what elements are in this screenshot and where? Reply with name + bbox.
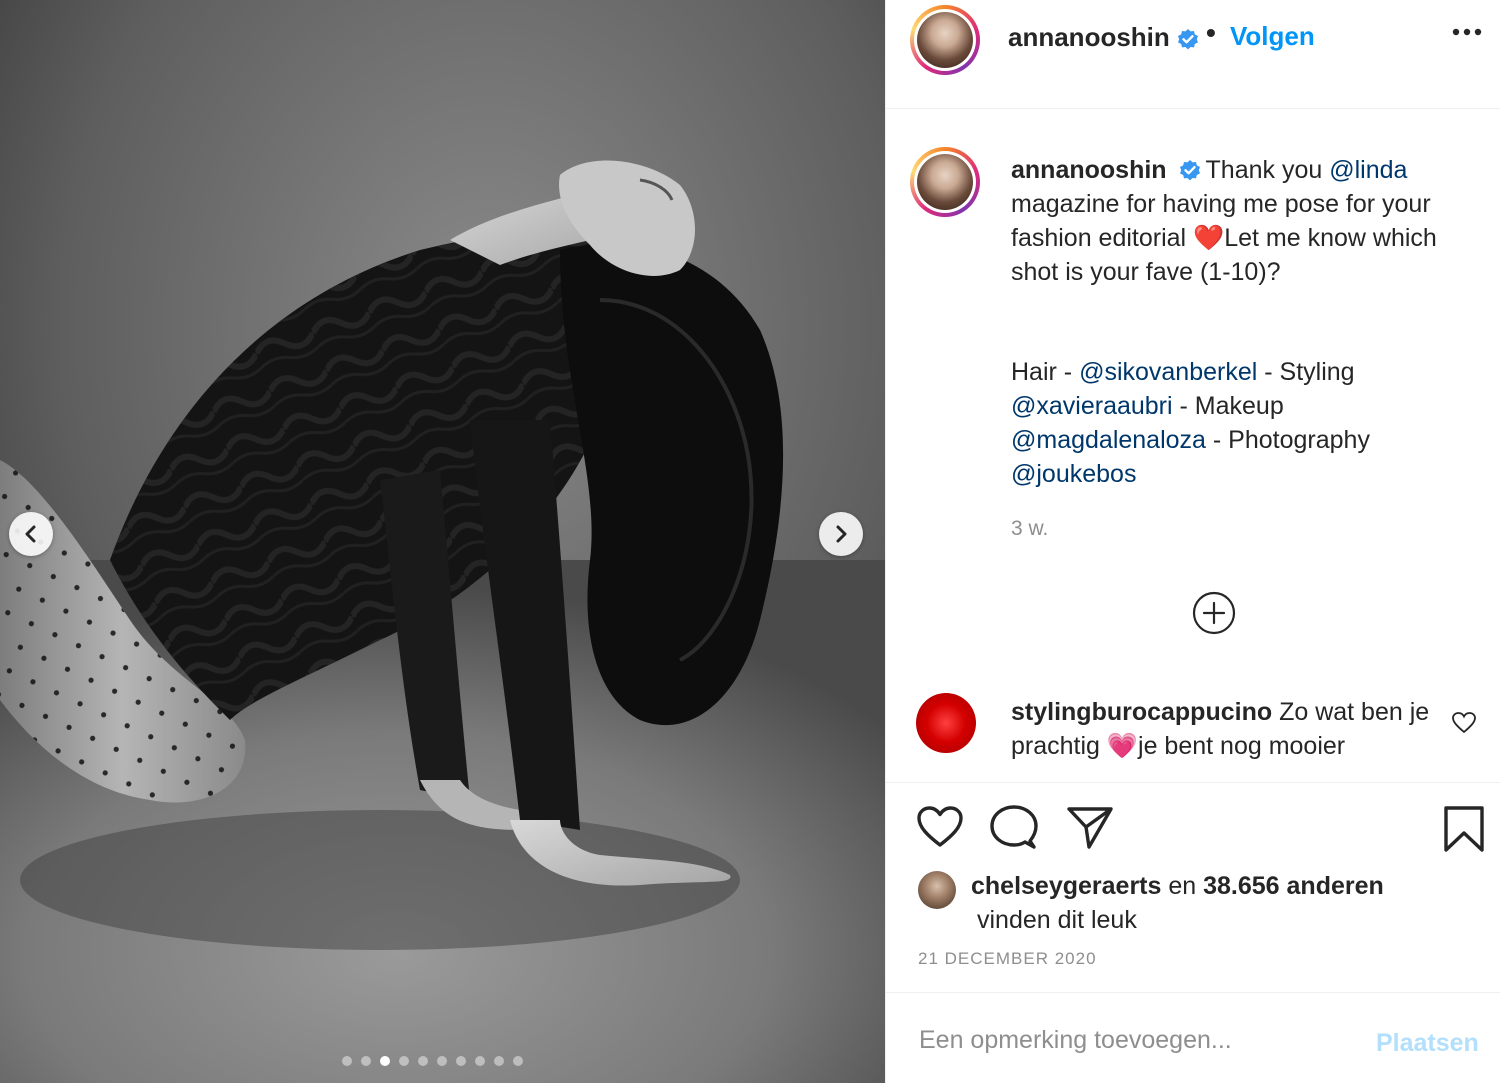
- heart-icon[interactable]: [916, 805, 964, 849]
- carousel-dot: [361, 1056, 371, 1066]
- add-comment-bar: Plaatsen: [886, 992, 1500, 1084]
- carousel-next-button[interactable]: [819, 512, 863, 556]
- bookmark-icon[interactable]: [1443, 805, 1485, 853]
- caption-text: Let me know which: [1224, 224, 1437, 252]
- paper-plane-icon[interactable]: [1066, 805, 1114, 851]
- follow-separator: •: [1206, 17, 1216, 48]
- caption-text: shot is your fave (1-10)?: [1011, 258, 1281, 286]
- credit-label: - Makeup: [1172, 392, 1284, 420]
- post-date[interactable]: 21 DECEMBER 2020: [918, 949, 1097, 969]
- caption-username[interactable]: annanooshin: [1011, 156, 1167, 184]
- more-options-icon[interactable]: [1452, 28, 1482, 36]
- post-caption: annanooshin Thank you @linda magazine fo…: [1011, 153, 1481, 491]
- post-comment-button[interactable]: Plaatsen: [1376, 1029, 1479, 1058]
- comment-bubble-icon[interactable]: [990, 805, 1038, 851]
- carousel-indicator: [342, 1056, 523, 1066]
- chevron-right-icon: [836, 525, 847, 543]
- credit-label: Hair -: [1011, 358, 1080, 386]
- author-username[interactable]: annanooshin: [1008, 22, 1170, 53]
- mention-link[interactable]: @sikovanberkel: [1079, 358, 1257, 386]
- first-liker-username[interactable]: chelseygeraerts: [971, 872, 1161, 900]
- caption-author-avatar[interactable]: [910, 147, 980, 217]
- chevron-left-icon: [25, 525, 36, 543]
- caption-time-ago[interactable]: 3 w.: [1011, 517, 1048, 541]
- plus-circle-icon[interactable]: [1192, 591, 1236, 635]
- post-actions: chelseygeraerts en 38.656 anderen vinden…: [886, 782, 1500, 993]
- verified-badge-icon: [1179, 160, 1200, 181]
- carousel-dot: [399, 1056, 409, 1066]
- mention-link[interactable]: @magdalenaloza: [1011, 426, 1206, 454]
- liker-avatar[interactable]: [918, 871, 956, 909]
- commenter-username[interactable]: stylingburocappucino: [1011, 698, 1272, 726]
- comment-input[interactable]: [917, 1025, 1351, 1056]
- comment-text: stylingburocappucino Zo wat ben je prach…: [1011, 695, 1441, 763]
- post-photo: [0, 0, 885, 1083]
- carousel-prev-button[interactable]: [9, 512, 53, 556]
- instagram-post-modal: annanooshin • Volgen annanooshin Thank y…: [0, 0, 1500, 1083]
- author-avatar[interactable]: [910, 5, 980, 75]
- carousel-dot: [437, 1056, 447, 1066]
- carousel-dot: [456, 1056, 466, 1066]
- likes-suffix: vinden dit leuk: [977, 906, 1137, 934]
- follow-button[interactable]: Volgen: [1230, 21, 1315, 52]
- credit-label: - Styling: [1257, 358, 1355, 386]
- carousel-dot: [380, 1056, 390, 1066]
- mention-link[interactable]: @linda: [1329, 156, 1407, 184]
- small-heart-icon[interactable]: [1451, 711, 1477, 735]
- likes-count-link[interactable]: 38.656 anderen: [1203, 872, 1384, 900]
- comment-body: je bent nog mooier: [1138, 732, 1346, 760]
- caption-text: Thank you: [1205, 156, 1330, 184]
- mention-link[interactable]: @xavieraaubri: [1011, 392, 1173, 420]
- mention-link[interactable]: @joukebos: [1011, 460, 1136, 488]
- red-heart-emoji: ❤️: [1193, 224, 1225, 252]
- carousel-dot: [475, 1056, 485, 1066]
- credit-label: - Photography: [1205, 426, 1370, 454]
- commenter-avatar[interactable]: [916, 693, 976, 753]
- caption-text: fashion editorial: [1011, 224, 1194, 252]
- caption-credits: Hair - @sikovanberkel - Styling @xaviera…: [1011, 355, 1481, 491]
- carousel-dot: [418, 1056, 428, 1066]
- carousel-dot: [494, 1056, 504, 1066]
- post-side-panel: annanooshin • Volgen annanooshin Thank y…: [885, 0, 1500, 1083]
- verified-badge-icon: [1178, 29, 1198, 50]
- post-header: annanooshin • Volgen: [886, 0, 1500, 109]
- caption-text: magazine for having me pose for your: [1011, 190, 1431, 218]
- carousel-dot: [513, 1056, 523, 1066]
- post-media[interactable]: [0, 0, 885, 1083]
- comments-section[interactable]: annanooshin Thank you @linda magazine fo…: [886, 109, 1500, 782]
- likes-joiner: en: [1161, 872, 1204, 900]
- carousel-dot: [342, 1056, 352, 1066]
- pink-heart-emoji: 💗: [1106, 732, 1139, 760]
